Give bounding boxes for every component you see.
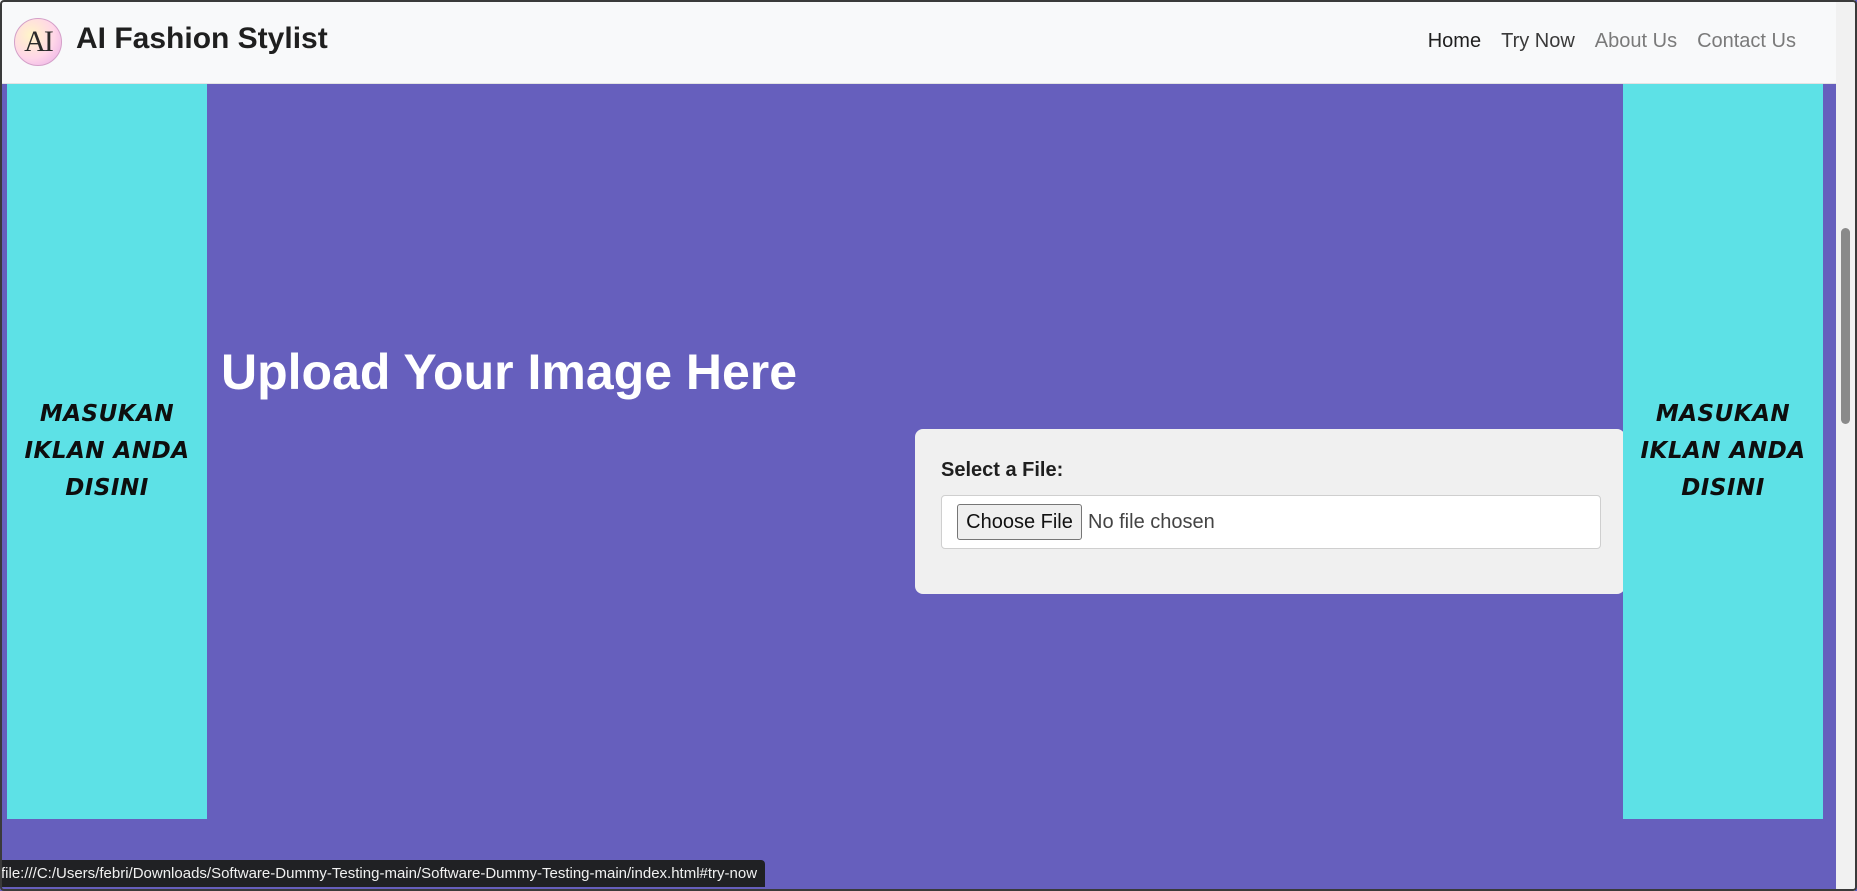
navbar: AI AI Fashion Stylist Home Try Now About… — [0, 0, 1836, 84]
ad-banner-left: MASUKAN IKLAN ANDA DISINI — [7, 84, 207, 819]
file-status-text: No file chosen — [1088, 511, 1215, 533]
nav-link-contact-us[interactable]: Contact Us — [1687, 30, 1806, 53]
vertical-scrollbar[interactable] — [1836, 0, 1855, 891]
choose-file-button[interactable]: Choose File — [957, 504, 1082, 540]
nav-link-try-now[interactable]: Try Now — [1491, 30, 1585, 53]
upload-card: Select a File: Choose File No file chose… — [915, 429, 1625, 594]
ad-banner-left-text: MASUKAN IKLAN ANDA DISINI — [24, 401, 190, 501]
file-input[interactable]: Choose File No file chosen — [941, 495, 1601, 549]
logo-icon[interactable]: AI — [14, 18, 62, 66]
nav-link-about-us[interactable]: About Us — [1585, 30, 1687, 53]
scrollbar-thumb[interactable] — [1841, 228, 1850, 424]
browser-status-url: file:///C:/Users/febri/Downloads/Softwar… — [0, 860, 766, 887]
ad-banner-right: MASUKAN IKLAN ANDA DISINI — [1623, 84, 1823, 819]
file-select-label: Select a File: — [941, 459, 1064, 481]
page-title: Upload Your Image Here — [221, 344, 798, 400]
ad-banner-right-text: MASUKAN IKLAN ANDA DISINI — [1640, 401, 1806, 501]
nav-link-home[interactable]: Home — [1418, 30, 1491, 53]
brand-name[interactable]: AI Fashion Stylist — [76, 22, 328, 56]
nav-menu: Home Try Now About Us Contact Us — [1418, 30, 1806, 53]
